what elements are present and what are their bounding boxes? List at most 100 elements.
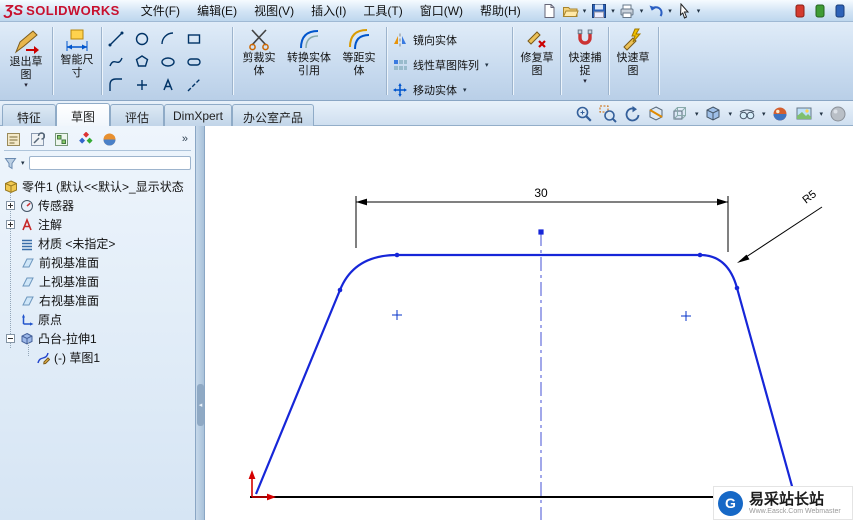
edit-appearance-icon[interactable] xyxy=(770,104,790,124)
sketch-point[interactable] xyxy=(538,229,544,235)
polygon-tool-icon[interactable] xyxy=(132,52,152,72)
mirror-entities-button[interactable]: 镜向实体 xyxy=(392,29,512,51)
tab-features[interactable]: 特征 xyxy=(2,104,56,127)
tree-item-material[interactable]: 材质 <未指定> xyxy=(0,234,195,253)
move-entities-button[interactable]: 移动实体 ▾ xyxy=(392,79,512,101)
section-view-icon[interactable] xyxy=(646,104,666,124)
previous-view-icon[interactable] xyxy=(622,104,642,124)
undo-icon[interactable] xyxy=(646,1,665,20)
save-icon[interactable] xyxy=(589,1,608,20)
collapse-minus-icon[interactable] xyxy=(6,334,15,343)
offset-entities-button[interactable]: 等距实体 xyxy=(337,24,381,99)
tree-item-annotations[interactable]: 注解 xyxy=(0,215,195,234)
chevron-down-icon[interactable]: ▾ xyxy=(485,61,489,69)
sketch-point[interactable] xyxy=(394,252,400,258)
chevron-down-icon[interactable]: ▾ xyxy=(695,110,699,118)
view-settings-icon[interactable] xyxy=(828,104,848,124)
new-document-icon[interactable] xyxy=(540,1,559,20)
chevron-down-icon[interactable]: ▾ xyxy=(697,7,701,15)
display-style-icon[interactable] xyxy=(703,104,723,124)
configurationmanager-tab-icon[interactable] xyxy=(52,130,71,148)
taskpane-explorer-icon[interactable] xyxy=(830,1,849,20)
quick-sketch-button[interactable]: 快速草图 xyxy=(612,24,654,99)
menu-view[interactable]: 视图(V) xyxy=(246,0,302,22)
chevron-down-icon[interactable]: ▾ xyxy=(762,110,766,118)
sketch-point[interactable] xyxy=(697,252,703,258)
panel-overflow-chevron-icon[interactable]: » xyxy=(179,133,191,145)
radius-value[interactable]: R5 xyxy=(800,188,818,206)
panel-splitter[interactable]: ◂ xyxy=(196,126,205,520)
tree-item-front-plane[interactable]: 前视基准面 xyxy=(0,253,195,272)
sketch-point[interactable] xyxy=(734,285,740,291)
menu-edit[interactable]: 编辑(E) xyxy=(189,0,245,22)
rectangle-tool-icon[interactable] xyxy=(184,29,204,49)
displaymanager-tab-icon[interactable] xyxy=(100,130,119,148)
apply-scene-icon[interactable] xyxy=(794,104,814,124)
open-icon[interactable] xyxy=(561,1,580,20)
tab-evaluate[interactable]: 评估 xyxy=(110,104,164,127)
tab-sketch[interactable]: 草图 xyxy=(56,103,110,127)
arc-tool-icon[interactable] xyxy=(158,29,178,49)
tree-filter-field[interactable] xyxy=(28,156,191,170)
tab-dimxpert[interactable]: DimXpert xyxy=(164,104,232,127)
tree-item-boss-extrude[interactable]: 凸台-拉伸1 xyxy=(0,329,195,348)
splitter-grip[interactable]: ◂ xyxy=(197,384,204,426)
origin-marker[interactable] xyxy=(248,470,276,501)
view-orientation-icon[interactable] xyxy=(670,104,690,124)
chevron-down-icon[interactable]: ▾ xyxy=(21,159,25,167)
menu-help[interactable]: 帮助(H) xyxy=(472,0,529,22)
taskpane-library-icon[interactable] xyxy=(810,1,829,20)
chevron-down-icon[interactable]: ▾ xyxy=(640,7,644,15)
text-tool-icon[interactable] xyxy=(158,75,178,95)
ellipse-tool-icon[interactable] xyxy=(158,52,178,72)
menu-window[interactable]: 窗口(W) xyxy=(412,0,471,22)
sketch-profile[interactable] xyxy=(254,253,797,498)
menu-file[interactable]: 文件(F) xyxy=(133,0,188,22)
dimension-30[interactable] xyxy=(355,196,729,252)
circle-tool-icon[interactable] xyxy=(132,29,152,49)
slot-tool-icon[interactable] xyxy=(184,52,204,72)
exit-sketch-button[interactable]: 退出草图 ▾ xyxy=(3,24,49,99)
tree-item-origin[interactable]: 原点 xyxy=(0,310,195,329)
tree-root-part[interactable]: 零件1 (默认<<默认>_显示状态 xyxy=(0,177,195,196)
featuremanager-tab-icon[interactable] xyxy=(4,130,23,148)
radius-leader[interactable] xyxy=(737,206,823,263)
filter-funnel-icon[interactable] xyxy=(4,157,17,170)
arc-center-mark[interactable] xyxy=(392,310,402,320)
spline-tool-icon[interactable] xyxy=(106,52,126,72)
smart-dimension-button[interactable]: 智能尺寸 xyxy=(55,24,99,99)
tree-item-top-plane[interactable]: 上视基准面 xyxy=(0,272,195,291)
tree-item-sketch1[interactable]: (-) 草图1 xyxy=(0,348,195,367)
chevron-down-icon[interactable]: ▾ xyxy=(583,7,587,15)
line-tool-icon[interactable] xyxy=(106,29,126,49)
chevron-down-icon[interactable]: ▾ xyxy=(3,82,49,90)
tab-office-products[interactable]: 办公室产品 xyxy=(232,104,314,127)
menu-insert[interactable]: 插入(I) xyxy=(303,0,354,22)
construction-line-tool-icon[interactable] xyxy=(184,75,204,95)
fillet-tool-icon[interactable] xyxy=(106,75,126,95)
chevron-down-icon[interactable]: ▾ xyxy=(668,7,672,15)
chevron-down-icon[interactable]: ▾ xyxy=(564,78,606,86)
dimension-value[interactable]: 30 xyxy=(534,186,548,200)
menu-tools[interactable]: 工具(T) xyxy=(355,0,410,22)
convert-entities-button[interactable]: 转换实体引用 xyxy=(285,24,333,99)
tree-item-right-plane[interactable]: 右视基准面 xyxy=(0,291,195,310)
select-icon[interactable] xyxy=(675,1,694,20)
chevron-down-icon[interactable]: ▾ xyxy=(463,86,467,94)
quick-snaps-button[interactable]: 快速捕捉 ▾ xyxy=(564,24,606,99)
arc-center-mark[interactable] xyxy=(681,311,691,321)
repair-sketch-button[interactable]: 修复草图 xyxy=(516,24,558,99)
taskpane-resources-icon[interactable] xyxy=(790,1,809,20)
propertymanager-tab-icon[interactable] xyxy=(28,130,47,148)
linear-pattern-button[interactable]: 线性草图阵列 ▾ xyxy=(392,54,512,76)
chevron-down-icon[interactable]: ▾ xyxy=(611,7,615,15)
chevron-down-icon[interactable]: ▾ xyxy=(728,110,732,118)
print-icon[interactable] xyxy=(618,1,637,20)
hide-show-items-icon[interactable] xyxy=(737,104,757,124)
zoom-fit-icon[interactable] xyxy=(574,104,594,124)
dimxpertmanager-tab-icon[interactable] xyxy=(76,130,95,148)
tree-item-sensors[interactable]: 传感器 xyxy=(0,196,195,215)
expand-plus-icon[interactable] xyxy=(6,201,15,210)
sketch-point[interactable] xyxy=(337,287,343,293)
trim-entities-button[interactable]: 剪裁实体 xyxy=(237,24,281,99)
